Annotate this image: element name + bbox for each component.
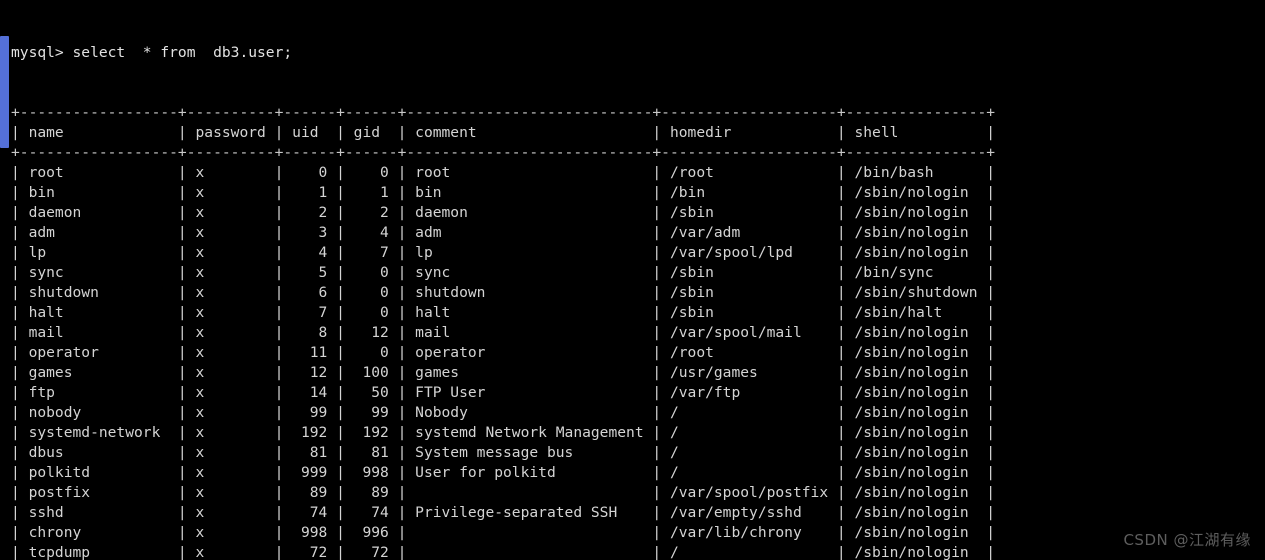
terminal-output: mysql> select * from db3.user; +--------… (11, 3, 995, 560)
table-row: | bin | x | 1 | 1 | bin | /bin | /sbin/n… (11, 184, 996, 201)
table-row: | polkitd | x | 999 | 998 | User for pol… (11, 464, 996, 481)
table-row: | ftp | x | 14 | 50 | FTP User | /var/ft… (11, 384, 996, 401)
table-row: | operator | x | 11 | 0 | operator | /ro… (11, 344, 996, 361)
table-row: | adm | x | 3 | 4 | adm | /var/adm | /sb… (11, 224, 996, 241)
table-row: | shutdown | x | 6 | 0 | shutdown | /sbi… (11, 284, 996, 301)
table-row: | chrony | x | 998 | 996 | | /var/lib/ch… (11, 524, 996, 541)
terminal-scrollbar[interactable] (0, 0, 9, 560)
terminal-window[interactable]: mysql> select * from db3.user; +--------… (0, 0, 1265, 560)
table-header-row: | name | password | uid | gid | comment … (11, 124, 996, 141)
table-row: | games | x | 12 | 100 | games | /usr/ga… (11, 364, 996, 381)
table-row: | halt | x | 7 | 0 | halt | /sbin | /sbi… (11, 304, 996, 321)
watermark-text: CSDN @江湖有缘 (1123, 531, 1251, 549)
table-rule-top: +------------------+----------+------+--… (11, 104, 996, 121)
query-result-table: +------------------+----------+------+--… (11, 103, 995, 560)
table-row: | tcpdump | x | 72 | 72 | | / | /sbin/no… (11, 544, 996, 560)
table-row: | daemon | x | 2 | 2 | daemon | /sbin | … (11, 204, 996, 221)
table-row: | dbus | x | 81 | 81 | System message bu… (11, 444, 996, 461)
table-row: | sync | x | 5 | 0 | sync | /sbin | /bin… (11, 264, 996, 281)
table-row: | sshd | x | 74 | 74 | Privilege-separat… (11, 504, 996, 521)
table-rule-header: +------------------+----------+------+--… (11, 144, 996, 161)
table-row: | postfix | x | 89 | 89 | | /var/spool/p… (11, 484, 996, 501)
table-row: | systemd-network | x | 192 | 192 | syst… (11, 424, 996, 441)
table-row: | mail | x | 8 | 12 | mail | /var/spool/… (11, 324, 996, 341)
table-row: | root | x | 0 | 0 | root | /root | /bin… (11, 164, 996, 181)
mysql-prompt-line: mysql> select * from db3.user; (11, 44, 293, 61)
scrollbar-thumb[interactable] (0, 36, 9, 148)
table-row: | lp | x | 4 | 7 | lp | /var/spool/lpd |… (11, 244, 996, 261)
table-row: | nobody | x | 99 | 99 | Nobody | / | /s… (11, 404, 996, 421)
